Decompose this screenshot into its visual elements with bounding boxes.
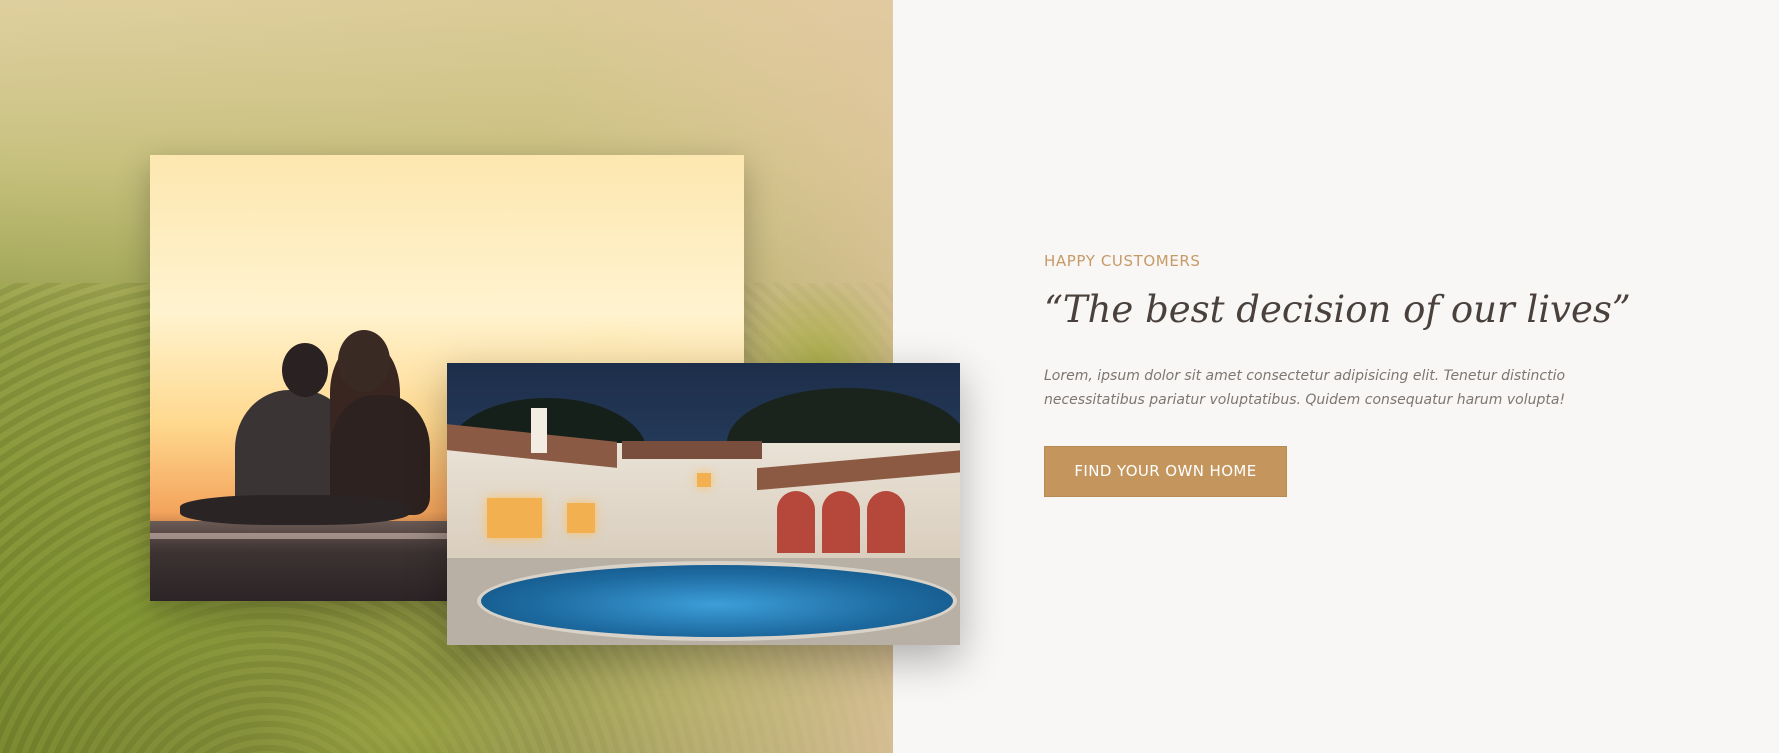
find-home-button[interactable]: FIND YOUR OWN HOME bbox=[1044, 446, 1287, 498]
villa-pool-photo bbox=[447, 363, 960, 645]
chimney bbox=[531, 408, 547, 453]
arch bbox=[822, 491, 860, 553]
roof-middle bbox=[622, 441, 762, 459]
lit-window bbox=[487, 498, 542, 538]
arch bbox=[777, 491, 815, 553]
testimonial-content: HAPPY CUSTOMERS “The best decision of ou… bbox=[1044, 252, 1664, 498]
lit-window bbox=[567, 503, 595, 533]
section-eyebrow: HAPPY CUSTOMERS bbox=[1044, 252, 1201, 270]
arch bbox=[867, 491, 905, 553]
legs-silhouette bbox=[180, 495, 410, 525]
swimming-pool bbox=[477, 561, 957, 641]
man-head bbox=[282, 343, 328, 397]
testimonial-body: Lorem, ipsum dolor sit amet consectetur … bbox=[1044, 368, 1566, 409]
lit-window bbox=[697, 473, 711, 487]
testimonial-headline: “The best decision of our lives” bbox=[1044, 288, 1631, 331]
woman-head bbox=[338, 330, 390, 392]
tree-line bbox=[740, 285, 893, 365]
